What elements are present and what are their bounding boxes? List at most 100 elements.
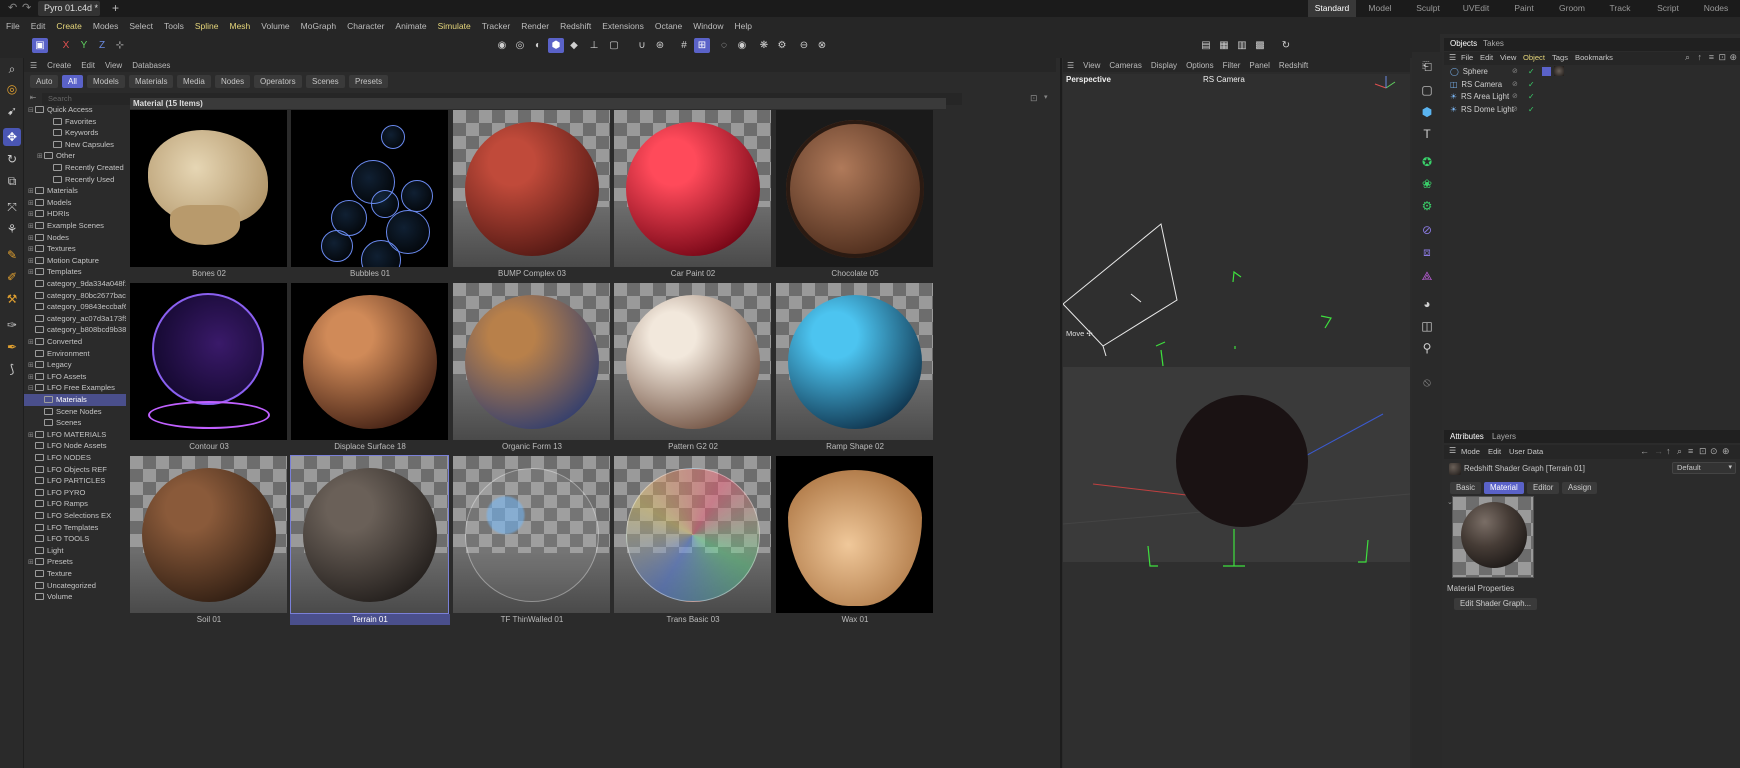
attributes-menu-edit[interactable]: Edit [1488,447,1501,456]
menu-tools[interactable]: Tools [164,21,184,31]
viewport-menu-cameras[interactable]: Cameras [1109,61,1141,70]
menu-octane[interactable]: Octane [655,21,682,31]
expand-icon[interactable]: ⊞ [28,244,35,255]
tree-item[interactable]: LFO PYRO [24,487,126,499]
panel-tab-attributes[interactable]: Attributes [1450,432,1484,441]
z-axis-toggle[interactable]: Z [94,38,110,53]
filter-scenes[interactable]: Scenes [306,75,345,88]
render-view-icon[interactable]: ⊖ [796,38,812,53]
render-queue-icon[interactable]: ▥ [1234,38,1250,53]
back-arrow-icon[interactable]: ← [1640,446,1649,456]
layout-tab-groom[interactable]: Groom [1548,0,1596,17]
edit-render-settings-icon[interactable]: ▩ [1252,38,1268,53]
refresh-icon[interactable]: ↻ [1278,38,1294,53]
menu-extensions[interactable]: Extensions [602,21,644,31]
menu-modes[interactable]: Modes [93,21,119,31]
deformer-icon[interactable]: ⚙ [1419,198,1435,214]
material-name[interactable]: Bones 02 [129,268,289,279]
menu-volume[interactable]: Volume [261,21,289,31]
material-name[interactable]: TF ThinWalled 01 [452,614,612,625]
view-icon[interactable]: ⎗ [1419,58,1435,74]
filter-media[interactable]: Media [177,75,211,88]
menu-help[interactable]: Help [735,21,752,31]
chevron-down-icon[interactable]: ▾ [1044,93,1054,105]
render-region-icon[interactable]: ◉ [734,38,750,53]
snap-settings-icon[interactable]: ⊛ [652,38,668,53]
lock-icon[interactable]: ⊡ [1718,52,1726,63]
tweak-mode-icon[interactable]: ▢ [606,38,622,53]
panel-tab-layers[interactable]: Layers [1492,432,1516,441]
material-name[interactable]: Chocolate 05 [775,268,935,279]
tree-item[interactable]: LFO Objects REF [24,464,126,476]
snap-tool-icon[interactable]: ⚘ [3,220,21,238]
menu-spline[interactable]: Spline [195,21,219,31]
expand-icon[interactable]: ⊞ [28,430,35,441]
tree-item[interactable]: ⊞ Converted [24,336,126,348]
expand-icon[interactable]: ⊞ [28,360,35,371]
object-row[interactable]: ◯ Sphere ⊘ ✓ [1450,66,1734,78]
objects-menu-object[interactable]: Object [1523,53,1545,62]
tree-item[interactable]: ⊟ LFO Free Examples [24,382,126,394]
tree-item[interactable]: category_09843eccbaf67 [24,301,126,313]
cloner-icon[interactable]: ❀ [1419,176,1435,192]
viewport-menu-filter[interactable]: Filter [1223,61,1241,70]
tree-item[interactable]: category_9da334a048f1a [24,278,126,290]
material-thumbnail[interactable] [614,110,771,267]
polygons-mode-icon[interactable]: ◐ [530,38,546,53]
coordinate-system-icon[interactable]: ⊹ [112,38,128,53]
layout-tab-paint[interactable]: Paint [1500,0,1548,17]
menu-render[interactable]: Render [521,21,549,31]
material-name[interactable]: Trans Basic 03 [613,614,773,625]
menu-animate[interactable]: Animate [395,21,426,31]
undo-icon[interactable]: ↶ [8,0,17,17]
material-thumbnail[interactable] [453,283,610,440]
menu-simulate[interactable]: Simulate [438,21,471,31]
objects-menu-tags[interactable]: Tags [1552,53,1568,62]
expand-icon[interactable]: ⊞ [28,256,35,267]
expand-icon[interactable]: ⊞ [28,209,35,220]
new-tab-button[interactable]: + [112,0,119,17]
material-name[interactable]: Contour 03 [129,441,289,452]
filter-all[interactable]: All [62,75,83,88]
layout-tab-sculpt[interactable]: Sculpt [1404,0,1452,17]
menu-mograph[interactable]: MoGraph [301,21,336,31]
material-name[interactable]: Bubbles 01 [290,268,450,279]
expand-icon[interactable]: ⊞ [28,186,35,197]
material-thumbnail[interactable] [614,456,771,613]
environment-icon[interactable]: ◕ [1419,296,1435,312]
tree-item[interactable]: ⊞ LFO MATERIALS [24,429,126,441]
generator-icon[interactable]: ✪ [1419,154,1435,170]
material-name[interactable]: Car Paint 02 [613,268,773,279]
menu-select[interactable]: Select [129,21,153,31]
workplane-icon[interactable]: ⊞ [694,38,710,53]
tree-item[interactable]: LFO TOOLS [24,533,126,545]
light-icon[interactable]: ⚲ [1419,340,1435,356]
lock-icon[interactable]: ◌ [716,38,732,53]
panel-tab-takes[interactable]: Takes [1483,39,1504,48]
subtab-assign[interactable]: Assign [1562,482,1598,494]
sketch-icon[interactable]: ✐ [3,268,21,286]
object-row[interactable]: ☀ RS Dome Light ⊘ ✓ [1450,104,1734,116]
filter-models[interactable]: Models [87,75,125,88]
material-thumbnail[interactable] [453,110,610,267]
material-thumbnail[interactable] [130,110,287,267]
volume-icon[interactable]: ⧈ [1419,244,1435,260]
layout-tab-standard[interactable]: Standard [1308,0,1356,17]
menu-create[interactable]: Create [56,21,82,31]
expand-icon[interactable]: ⊞ [28,198,35,209]
viewport[interactable]: Perspective RS Camera Move ✣ [1063,74,1410,768]
lock-icon[interactable]: ⊡ [1030,93,1042,105]
settings-gear-icon[interactable]: ⚙ [774,38,790,53]
tree-item[interactable]: Recently Created [24,162,126,174]
material-name[interactable]: Ramp Shape 02 [775,441,935,452]
layout-tab-uvedit[interactable]: UVEdit [1452,0,1500,17]
simulation-icon[interactable]: ❋ [756,38,772,53]
visibility-icon[interactable]: ⊘ [1512,66,1518,78]
snap-icon[interactable]: ∪ [634,38,650,53]
forward-arrow-icon[interactable]: → [1654,446,1663,456]
material-thumbnail[interactable] [453,456,610,613]
brush-mode-icon[interactable]: ⦸ [1419,374,1435,390]
tree-item[interactable]: LFO PARTICLES [24,475,126,487]
live-selection-icon[interactable]: ◎ [3,80,21,98]
attributes-menu-user-data[interactable]: User Data [1509,447,1543,456]
